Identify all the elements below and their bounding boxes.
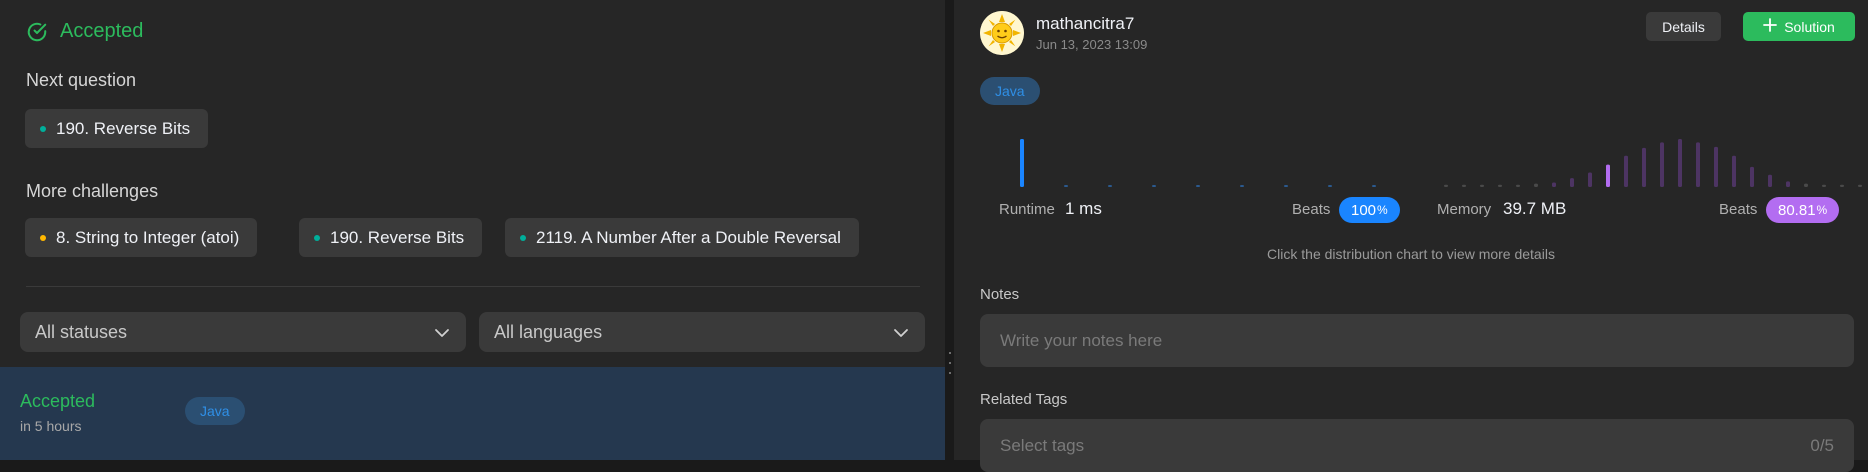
memory-beats-badge: 80.81% [1766, 197, 1840, 223]
solution-button[interactable]: Solution [1743, 12, 1855, 41]
chart-bar [1462, 184, 1466, 187]
chart-bar [1328, 185, 1332, 187]
chart-bar [1498, 184, 1502, 187]
chart-bar [1552, 182, 1556, 187]
details-button[interactable]: Details [1646, 12, 1721, 41]
status-filter-select[interactable]: All statuses [20, 312, 466, 352]
percent-unit: % [1816, 203, 1828, 217]
chart-bar [1642, 147, 1646, 187]
chart-hint: Click the distribution chart to view mor… [1267, 246, 1555, 262]
result-status-label: Accepted [60, 20, 144, 42]
chart-bar [1714, 146, 1718, 187]
difficulty-dot-icon [314, 234, 320, 241]
chart-bar [1606, 164, 1610, 187]
chart-bar [1570, 178, 1574, 187]
chart-bar [1372, 185, 1376, 187]
drag-handle-icon [948, 352, 951, 374]
chart-bar [1678, 139, 1682, 187]
chart-bar [1660, 142, 1664, 187]
chart-bar [1444, 184, 1448, 187]
runtime-beats-badge: 100% [1339, 197, 1400, 223]
chart-bar [1858, 184, 1862, 187]
submission-date: Jun 13, 2023 13:09 [1036, 37, 1148, 52]
status-filter-value: All statuses [35, 321, 128, 342]
username[interactable]: mathancitra7 [1036, 14, 1134, 34]
challenge-chip[interactable]: 8. String to Integer (atoi) [25, 218, 258, 257]
submission-row[interactable]: Accepted in 5 hours Java [0, 367, 945, 460]
chart-bar [1152, 185, 1156, 187]
chart-bar [1804, 183, 1808, 187]
memory-value: 39.7 MB [1503, 199, 1567, 218]
tags-placeholder: Select tags [1000, 435, 1085, 455]
result-status: Accepted [26, 20, 143, 43]
next-question-label: Next question [26, 70, 137, 90]
runtime-beats-label: Beats [1292, 201, 1331, 218]
avatar[interactable] [980, 11, 1024, 55]
chart-bar [1480, 184, 1484, 187]
chart-bar [1240, 185, 1244, 187]
chip-label: 190. Reverse Bits [56, 118, 191, 138]
chart-bar [1822, 184, 1826, 187]
chart-bar [1624, 155, 1628, 187]
challenge-chip[interactable]: 2119. A Number After a Double Reversal [505, 218, 859, 257]
chart-bar [1840, 184, 1844, 187]
notes-placeholder: Write your notes here [1000, 330, 1163, 350]
section-divider [26, 286, 920, 287]
percent-unit: % [1377, 203, 1388, 217]
chart-bar [1534, 183, 1538, 187]
chip-label: 190. Reverse Bits [330, 227, 465, 247]
runtime-beats-value: 100 [1351, 201, 1377, 219]
chart-bar [1516, 184, 1520, 187]
submission-detail-panel: mathancitra7 Jun 13, 2023 13:09 Details … [954, 0, 1868, 472]
pane-resize-handle[interactable] [945, 0, 954, 460]
submission-time: in 5 hours [20, 418, 82, 434]
runtime-label: Runtime [999, 201, 1055, 218]
notes-label: Notes [980, 286, 1020, 303]
language-badge: Java [980, 77, 1040, 105]
memory-beats-value: 80.81 [1778, 201, 1816, 219]
difficulty-dot-icon [40, 125, 46, 132]
memory-label: Memory [1437, 201, 1492, 218]
tags-select[interactable]: Select tags 0/5 [980, 419, 1854, 472]
related-tags-label: Related Tags [980, 391, 1068, 408]
next-question-chip[interactable]: 190. Reverse Bits [25, 109, 209, 148]
language-filter-value: All languages [494, 321, 603, 342]
difficulty-dot-icon [40, 234, 46, 241]
tags-count: 0/5 [1810, 435, 1834, 455]
memory-beats-label: Beats [1719, 201, 1758, 218]
submission-result-panel: Accepted Next question 190. Reverse Bits… [0, 0, 945, 460]
chip-label: 8. String to Integer (atoi) [56, 227, 240, 247]
distribution-chart[interactable] [954, 125, 1868, 190]
chevron-down-icon [434, 322, 450, 343]
check-circle-icon [26, 21, 48, 43]
chart-bar [1284, 185, 1288, 187]
notes-input[interactable]: Write your notes here [980, 314, 1854, 367]
chart-bar [1588, 172, 1592, 187]
submission-language-badge: Java [185, 397, 245, 425]
submission-status: Accepted [20, 391, 96, 411]
challenge-chip[interactable]: 190. Reverse Bits [299, 218, 483, 257]
plus-icon [1763, 18, 1778, 35]
chart-bar [1196, 185, 1200, 187]
solution-button-label: Solution [1784, 18, 1835, 35]
difficulty-dot-icon [520, 234, 526, 241]
chevron-down-icon [893, 322, 909, 343]
chart-bar [1750, 166, 1754, 187]
chart-bar [1732, 155, 1736, 187]
runtime-value: 1 ms [1065, 199, 1102, 218]
chart-bar [1768, 174, 1772, 187]
chart-bar [1696, 142, 1700, 187]
chart-bar [1020, 139, 1024, 187]
chart-bar [1064, 185, 1068, 187]
more-challenges-label: More challenges [26, 181, 159, 201]
language-filter-select[interactable]: All languages [479, 312, 925, 352]
chip-label: 2119. A Number After a Double Reversal [536, 227, 841, 247]
chart-bar [1786, 181, 1790, 187]
chart-bar [1108, 185, 1112, 187]
